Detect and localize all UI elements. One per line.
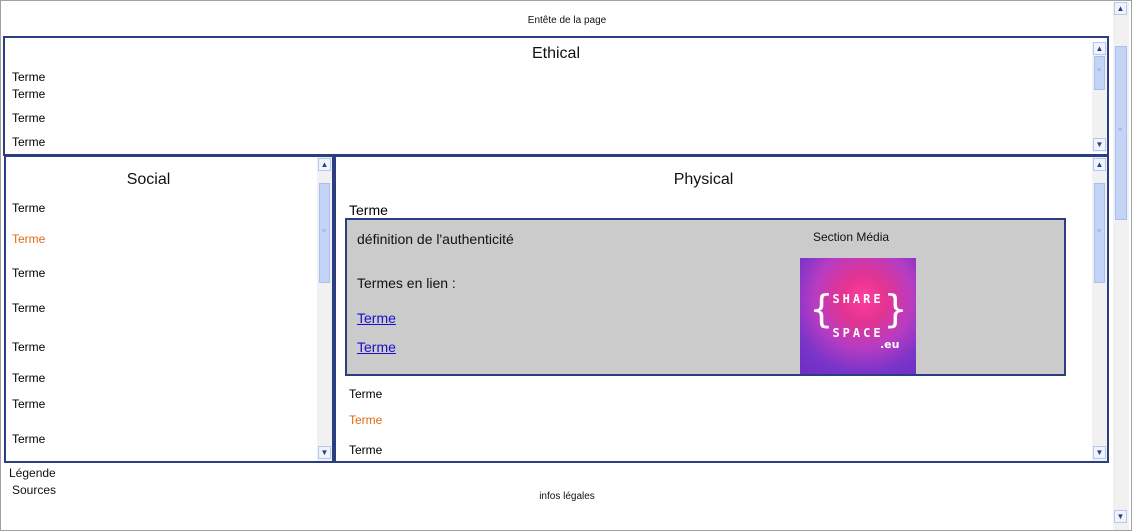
scroll-thumb-grip-icon: ≡ [1097,228,1102,235]
scroll-up-arrow-icon[interactable]: ▲ [1093,42,1106,55]
scroll-down-arrow-icon[interactable]: ▼ [1093,446,1106,459]
legend-label: Légende [9,466,56,480]
physical-term-selected[interactable]: Terme [349,413,382,427]
ethical-term[interactable]: Terme [12,135,45,149]
ethical-title: Ethical [531,45,581,62]
social-scrollbar[interactable]: ▲ ≡ ▼ [317,157,332,461]
social-term-selected[interactable]: Terme [12,232,45,246]
physical-scroll-thumb[interactable]: ≡ [1094,183,1105,283]
social-term[interactable]: Terme [12,432,45,446]
related-term-link[interactable]: Terme [357,310,396,326]
ethical-scroll-thumb[interactable]: ≡ [1094,56,1105,90]
scroll-down-arrow-icon[interactable]: ▼ [318,446,331,459]
social-term[interactable]: Terme [12,340,45,354]
ethical-term[interactable]: Terme [12,70,45,84]
definition-card: définition de l'authenticité Termes en l… [345,218,1066,376]
social-term[interactable]: Terme [12,301,45,315]
social-term[interactable]: Terme [12,201,45,215]
related-terms-label: Termes en lien : [357,275,456,291]
logo-suffix: .eu [880,338,900,351]
scroll-thumb-grip-icon: ≡ [1097,67,1102,74]
logo-line1: SHARE [832,292,884,306]
sharespace-logo-image: { } SHARE SPACE .eu [800,258,916,374]
social-term[interactable]: Terme [12,371,45,385]
legal-info: infos légales [539,491,595,502]
social-title: Social [126,171,171,188]
ethical-panel: Ethical Terme Terme Terme Terme ▲ ≡ ▼ [3,36,1109,156]
social-scroll-thumb[interactable]: ≡ [319,183,330,283]
ethical-term[interactable]: Terme [12,111,45,125]
physical-term[interactable]: Terme [349,387,382,401]
physical-selected-term[interactable]: Terme [349,202,388,218]
physical-scrollbar[interactable]: ▲ ≡ ▼ [1092,157,1107,461]
page-scroll-thumb[interactable]: ≡ [1115,46,1127,220]
page-scrollbar[interactable]: ▲ ≡ ▼ [1113,2,1129,530]
scroll-up-arrow-icon[interactable]: ▲ [1114,2,1127,15]
scroll-thumb-grip-icon: ≡ [1118,127,1123,134]
scroll-up-arrow-icon[interactable]: ▲ [318,158,331,171]
page-header: Entête de la page [527,15,607,26]
physical-term[interactable]: Terme [349,443,382,457]
ethical-scrollbar[interactable]: ▲ ≡ ▼ [1092,42,1107,152]
physical-title: Physical [673,171,734,188]
media-section-title: Section Média [813,230,890,244]
ethical-term[interactable]: Terme [12,87,45,101]
scroll-up-arrow-icon[interactable]: ▲ [1093,158,1106,171]
definition-text: définition de l'authenticité [357,231,514,247]
social-term[interactable]: Terme [12,397,45,411]
scroll-down-arrow-icon[interactable]: ▼ [1114,510,1127,523]
scroll-down-arrow-icon[interactable]: ▼ [1093,138,1106,151]
related-term-link[interactable]: Terme [357,339,396,355]
page-frame: Entête de la page Ethical Terme Terme Te… [0,0,1132,531]
scroll-thumb-grip-icon: ≡ [322,228,327,235]
social-term[interactable]: Terme [12,266,45,280]
social-panel: Social Terme Terme Terme Terme Terme Ter… [4,155,334,463]
